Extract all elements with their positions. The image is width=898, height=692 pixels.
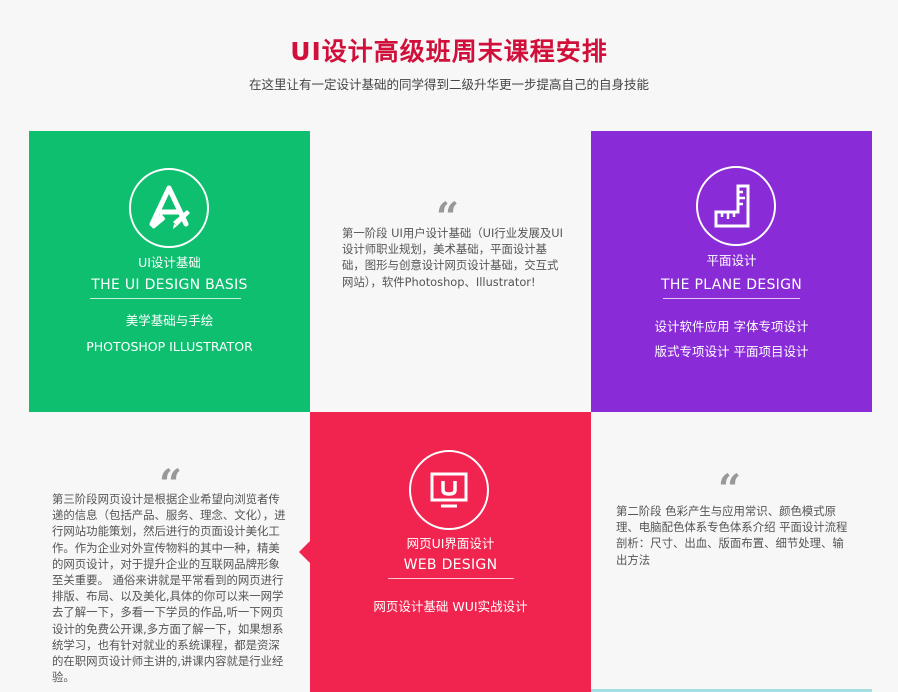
web-design-cn-label: 网页UI界面设计 [406, 536, 495, 551]
monitor-u-icon [409, 450, 489, 530]
ui-basis-en-label: THE UI DESIGN BASIS [91, 277, 248, 293]
web-design-en-label: WEB DESIGN [403, 557, 498, 573]
web-design-card: 网页UI界面设计 WEB DESIGN 网页设计基础 WUI实战设计 [310, 412, 591, 692]
page-subtitle: 在这里让有一定设计基础的同学得到二级升华更一步提高自己的自身技能 [248, 77, 649, 92]
web-design-line1: 网页设计基础 WUI实战设计 [373, 599, 528, 614]
ui-basis-divider [90, 298, 241, 299]
stage2-card: “ 第二阶段 色彩产生与应用常识、颜色模式原理、电脑配色体系专色体系介绍 平面设… [591, 412, 872, 692]
plane-design-en-label: THE PLANE DESIGN [660, 277, 803, 293]
stage3-description: 第三阶段网页设计是根据企业希望向浏览者传递的信息（包括产品、服务、理念、文化），… [52, 492, 286, 685]
stage1-card: “ 第一阶段 UI用户设计基础（UI行业发展及UI设计师职业规划，美术基础，平面… [310, 131, 591, 412]
page-header: UI设计高级班周末课程安排 在这里让有一定设计基础的同学得到二级升华更一步提高自… [0, 34, 898, 94]
app-store-pencil-brush-icon [129, 168, 209, 248]
ui-basis-line1: 美学基础与手绘 [125, 313, 214, 328]
quote-mark-icon: “ [718, 466, 742, 513]
plane-design-line2: 版式专项设计 平面项目设计 [654, 344, 809, 359]
plane-design-line1: 设计软件应用 字体专项设计 [654, 319, 809, 334]
ui-basis-card: UI设计基础 THE UI DESIGN BASIS 美学基础与手绘 PHOTO… [29, 131, 310, 412]
plane-design-divider [663, 298, 800, 299]
ruler-square-icon [696, 166, 776, 246]
web-design-divider [388, 578, 514, 579]
plane-design-cn-label: 平面设计 [706, 253, 757, 268]
ui-basis-line2: PHOTOSHOP ILLUSTRATOR [86, 339, 253, 354]
ui-basis-cn-label: UI设计基础 [138, 255, 201, 270]
stage1-description: 第一阶段 UI用户设计基础（UI行业发展及UI设计师职业规划，美术基础，平面设计… [342, 226, 563, 289]
stage2-description: 第二阶段 色彩产生与应用常识、颜色模式原理、电脑配色体系专色体系介绍 平面设计流… [616, 504, 848, 567]
plane-design-card: 平面设计 THE PLANE DESIGN 设计软件应用 字体专项设计 版式专项… [591, 131, 872, 412]
page-title: UI设计高级班周末课程安排 [290, 37, 608, 66]
red-pointer-arrow [299, 541, 310, 563]
stage3-card: “ 第三阶段网页设计是根据企业希望向浏览者传递的信息（包括产品、服务、理念、文化… [29, 412, 310, 692]
